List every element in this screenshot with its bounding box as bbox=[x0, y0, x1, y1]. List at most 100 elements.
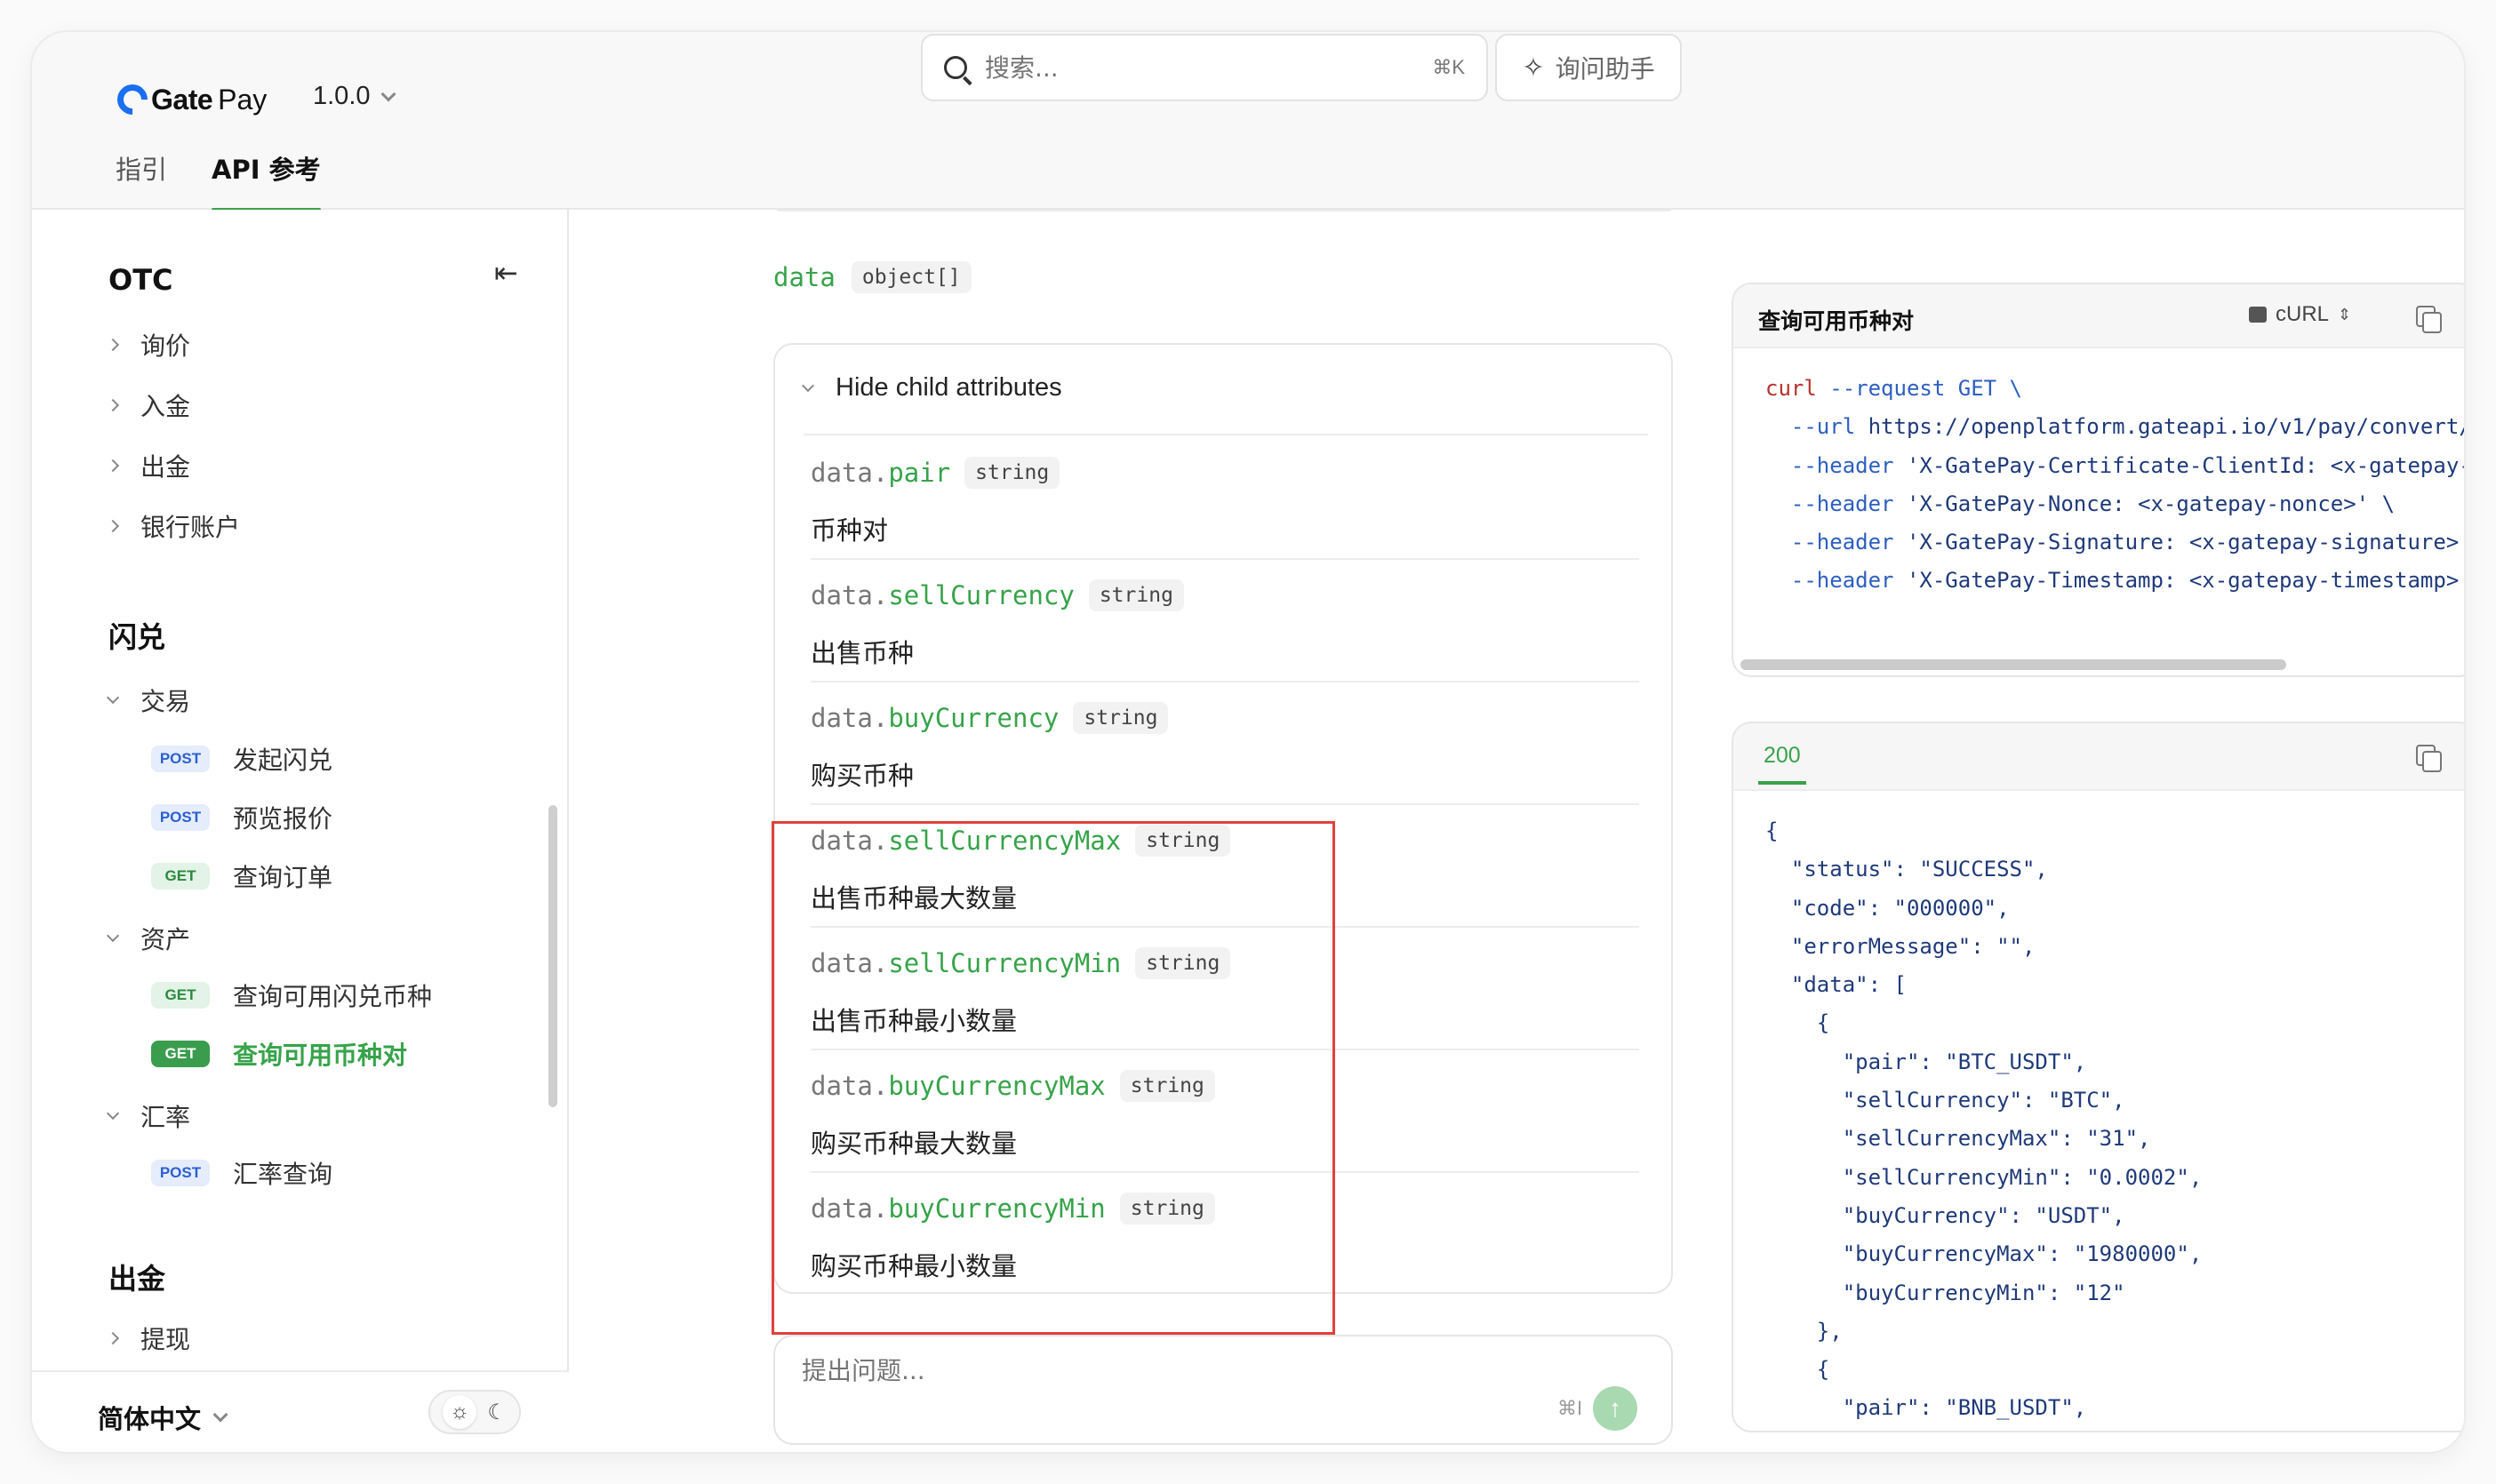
chevron-right-icon bbox=[106, 398, 120, 412]
endpoint-label: 查询可用闪兑币种 bbox=[233, 982, 433, 1011]
search-icon bbox=[944, 56, 967, 79]
sidebar-group-label: 交易 bbox=[140, 687, 191, 716]
code-language-label: cURL bbox=[2276, 302, 2330, 326]
divider bbox=[777, 210, 1671, 211]
attribute-row: data.sellCurrencyMin string 出售币种最小数量 bbox=[811, 928, 1639, 1050]
language-selector[interactable]: 简体中文 bbox=[98, 1399, 228, 1436]
sidebar-endpoint-query-currencies[interactable]: GET 查询可用闪兑币种 bbox=[151, 977, 432, 1013]
collapse-sidebar-icon[interactable]: ⇤ bbox=[494, 256, 518, 290]
sidebar-scrollbar[interactable] bbox=[548, 805, 557, 1107]
sidebar-group-quote[interactable]: 询价 bbox=[106, 327, 191, 363]
sidebar-endpoint-preview-quote[interactable]: POST 预览报价 bbox=[151, 800, 332, 835]
search-shortcut: ⌘K bbox=[1432, 56, 1465, 78]
attribute-row: data.buyCurrency string 购买币种 bbox=[811, 682, 1639, 805]
chevron-right-icon bbox=[106, 1331, 120, 1345]
tab-status-200[interactable]: 200 bbox=[1758, 743, 1806, 785]
response-example-panel: 200 { "status": "SUCCESS", "code": "0000… bbox=[1732, 722, 2464, 1432]
logo-gate-text: Gate bbox=[151, 83, 213, 116]
sidebar-endpoint-query-order[interactable]: GET 查询订单 bbox=[151, 858, 332, 894]
toggle-label: Hide child attributes bbox=[836, 373, 1062, 402]
sidebar-endpoint-create-convert[interactable]: POST 发起闪兑 bbox=[151, 741, 332, 777]
attribute-type-badge: string bbox=[1119, 1193, 1215, 1225]
chevron-right-icon bbox=[106, 338, 120, 352]
request-code-block[interactable]: curl --request GET \ --url https://openp… bbox=[1765, 370, 2464, 601]
request-panel-header: 查询可用币种对 cURL ⇕ bbox=[1733, 284, 2464, 348]
sidebar-group-assets[interactable]: 资产 bbox=[106, 921, 191, 956]
terminal-icon bbox=[2249, 307, 2267, 323]
field-type-badge: object[] bbox=[851, 261, 972, 293]
version-label: 1.0.0 bbox=[313, 82, 371, 110]
attribute-type-badge: string bbox=[1073, 702, 1169, 734]
attribute-description: 出售币种 bbox=[811, 638, 915, 668]
gate-logo-icon bbox=[110, 77, 155, 122]
ask-assistant-button[interactable]: ✧ 询问助手 bbox=[1495, 34, 1682, 101]
sidebar-group-label: 入金 bbox=[140, 392, 191, 421]
get-method-badge: GET bbox=[151, 982, 210, 1009]
attribute-row: data.buyCurrencyMax string 购买币种最大数量 bbox=[811, 1050, 1639, 1173]
tab-guide[interactable]: 指引 bbox=[116, 149, 167, 210]
attribute-row: data.buyCurrencyMin string 购买币种最小数量 bbox=[811, 1173, 1639, 1296]
post-method-badge: POST bbox=[151, 746, 210, 772]
search-box[interactable]: ⌘K bbox=[921, 34, 1488, 101]
response-panel-header: 200 bbox=[1733, 723, 2464, 791]
hide-child-attributes-button[interactable]: Hide child attributes bbox=[801, 373, 1062, 403]
attribute-description: 购买币种 bbox=[811, 761, 915, 791]
top-header: Gate Pay 1.0.0 ⌘K ✧ 询问助手 指引 API 参考 bbox=[32, 32, 2464, 211]
attribute-name: data.buyCurrency bbox=[811, 703, 1060, 733]
endpoint-label: 查询订单 bbox=[233, 863, 333, 892]
ask-question-input[interactable] bbox=[802, 1356, 1513, 1385]
chevron-down-icon bbox=[106, 929, 120, 943]
horizontal-scrollbar[interactable] bbox=[1740, 659, 2286, 670]
sidebar-group-label: 资产 bbox=[140, 925, 191, 954]
sidebar-endpoint-rate-query[interactable]: POST 汇率查询 bbox=[151, 1155, 332, 1191]
response-field-data: data object[] bbox=[773, 261, 972, 293]
attribute-name: data.buyCurrencyMin bbox=[811, 1193, 1106, 1224]
chevron-down-icon bbox=[380, 86, 396, 101]
endpoint-label: 汇率查询 bbox=[233, 1160, 333, 1189]
ask-shortcut: ⌘I bbox=[1557, 1397, 1583, 1419]
ask-question-box: ⌘I ↑ bbox=[773, 1335, 1673, 1445]
attribute-type-badge: string bbox=[964, 457, 1060, 489]
sidebar-endpoint-query-pairs[interactable]: GET 查询可用币种对 bbox=[151, 1036, 407, 1072]
sidebar-group-trade[interactable]: 交易 bbox=[106, 682, 191, 718]
sidebar-group-label: 出金 bbox=[140, 452, 191, 482]
response-json-block[interactable]: { "status": "SUCCESS", "code": "000000",… bbox=[1765, 812, 2202, 1428]
gatepay-logo[interactable]: Gate Pay bbox=[110, 77, 268, 122]
main-content: data object[] Hide child attributes data… bbox=[571, 210, 1726, 1452]
version-selector[interactable]: 1.0.0 bbox=[313, 82, 396, 111]
attribute-type-badge: string bbox=[1088, 579, 1184, 611]
sidebar-nav: OTC ⇤ 询价 入金 出金 银行账户 闪兑 交易 POST 发起闪兑 POST 预… bbox=[32, 210, 569, 1452]
moon-icon[interactable]: ☾ bbox=[487, 1400, 507, 1425]
chevron-right-icon bbox=[106, 459, 120, 473]
sidebar-group-withdraw[interactable]: 出金 bbox=[106, 448, 191, 483]
logo-pay-text: Pay bbox=[218, 83, 268, 116]
attribute-description: 出售币种最大数量 bbox=[811, 883, 1018, 914]
attribute-name: data.sellCurrency bbox=[811, 580, 1075, 610]
send-arrow-icon[interactable]: ↑ bbox=[1593, 1386, 1637, 1431]
request-panel-title: 查询可用币种对 bbox=[1758, 308, 1915, 334]
copy-icon[interactable] bbox=[2416, 306, 2442, 333]
sidebar-group-deposit[interactable]: 入金 bbox=[106, 387, 191, 423]
attribute-row: data.sellCurrencyMax string 出售币种最大数量 bbox=[811, 805, 1639, 928]
theme-toggle[interactable]: ☼ ☾ bbox=[428, 1390, 521, 1434]
sun-icon[interactable]: ☼ bbox=[443, 1395, 477, 1429]
sidebar-group-bank-account[interactable]: 银行账户 bbox=[106, 508, 240, 544]
sidebar-group-withdraw-partial[interactable]: 提现 bbox=[106, 1320, 190, 1356]
endpoint-label: 预览报价 bbox=[233, 804, 333, 834]
app-window: Gate Pay 1.0.0 ⌘K ✧ 询问助手 指引 API 参考 OTC ⇤… bbox=[32, 32, 2464, 1452]
tab-api-reference[interactable]: API 参考 bbox=[212, 149, 321, 211]
assistant-label: 询问助手 bbox=[1555, 54, 1655, 84]
get-method-badge: GET bbox=[151, 1041, 210, 1067]
code-language-selector[interactable]: cURL ⇕ bbox=[2249, 302, 2351, 327]
copy-icon[interactable] bbox=[2416, 745, 2442, 772]
post-method-badge: POST bbox=[151, 1160, 210, 1186]
sidebar-group-rate[interactable]: 汇率 bbox=[106, 1098, 191, 1134]
sidebar-footer: 简体中文 ☼ ☾ bbox=[32, 1370, 569, 1452]
chevron-down-icon bbox=[212, 1407, 228, 1423]
attribute-type-badge: string bbox=[1135, 947, 1231, 979]
sidebar-group-label: 询价 bbox=[140, 331, 191, 361]
search-input[interactable] bbox=[985, 52, 1433, 83]
child-attributes-box: Hide child attributes data.pair string 币种… bbox=[773, 343, 1673, 1294]
attribute-type-badge: string bbox=[1135, 825, 1231, 857]
sidebar-group-label: 汇率 bbox=[140, 1103, 191, 1132]
